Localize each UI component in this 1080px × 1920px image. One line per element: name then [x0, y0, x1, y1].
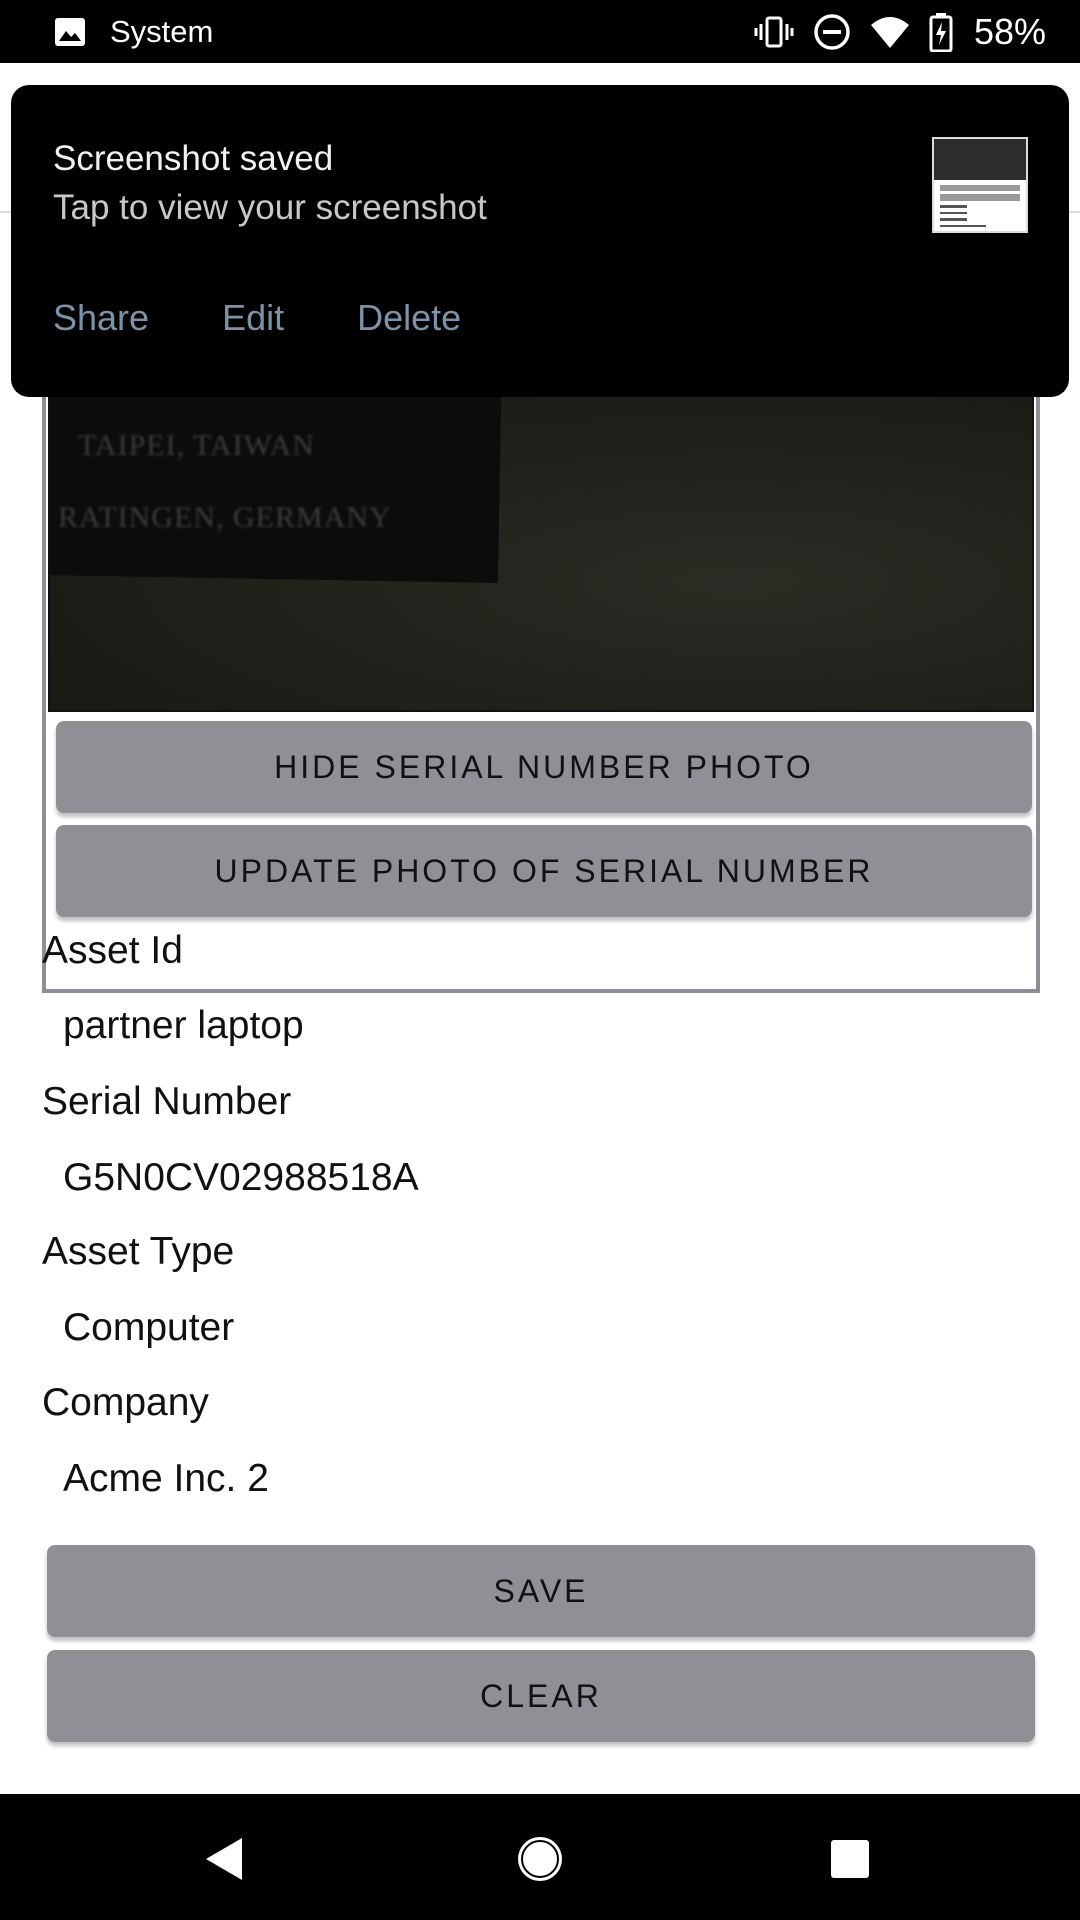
screenshot-thumbnail[interactable] [932, 137, 1028, 233]
vibrate-icon [754, 12, 794, 52]
navigation-bar [0, 1794, 1080, 1920]
status-left: System [0, 14, 213, 50]
photo-text-line-2: RATINGEN, GERMANY [58, 501, 392, 534]
photo-label-sticker [50, 389, 502, 583]
company-label: Company [42, 1381, 209, 1424]
serial-photo-panel: TAIPEI, TAIWAN RATINGEN, GERMANY HIDE SE… [42, 383, 1040, 993]
share-action[interactable]: Share [53, 297, 149, 339]
edit-action[interactable]: Edit [222, 297, 284, 339]
battery-charging-icon [928, 12, 954, 52]
recents-icon[interactable] [820, 1829, 880, 1889]
thumbnail-photo-area [934, 139, 1026, 181]
thumbnail-button [939, 185, 1021, 192]
hide-serial-photo-button[interactable]: HIDE SERIAL NUMBER PHOTO [56, 721, 1032, 813]
asset-id-value[interactable]: partner laptop [63, 1004, 304, 1048]
notification-title: Screenshot saved [53, 139, 334, 178]
notification-actions: Share Edit Delete [53, 297, 461, 339]
serial-number-value[interactable]: G5N0CV02988518A [63, 1156, 419, 1200]
status-bar: System 58% [0, 0, 1080, 63]
delete-action[interactable]: Delete [357, 297, 461, 339]
do-not-disturb-icon [812, 12, 852, 52]
image-icon [54, 17, 86, 47]
save-button[interactable]: SAVE [47, 1545, 1035, 1637]
clear-button[interactable]: CLEAR [47, 1650, 1035, 1742]
back-icon[interactable] [195, 1829, 255, 1889]
serial-number-label: Serial Number [42, 1080, 292, 1123]
serial-number-photo: TAIPEI, TAIWAN RATINGEN, GERMANY [48, 387, 1034, 712]
notification-subtitle: Tap to view your screenshot [53, 188, 487, 227]
thumbnail-line [939, 224, 986, 228]
photo-text-line-1: TAIPEI, TAIWAN [78, 429, 315, 462]
asset-id-label: Asset Id [42, 929, 183, 972]
thumbnail-line [939, 211, 968, 215]
home-icon[interactable] [510, 1829, 570, 1889]
status-icons: 58% [754, 0, 1046, 63]
thumbnail-button [939, 194, 1021, 201]
company-value[interactable]: Acme Inc. 2 [63, 1457, 269, 1501]
status-app-label: System [110, 13, 214, 49]
asset-type-value[interactable]: Computer [63, 1306, 234, 1350]
update-serial-photo-button[interactable]: UPDATE PHOTO OF SERIAL NUMBER [56, 825, 1032, 917]
battery-percentage: 58% [973, 10, 1046, 52]
wifi-icon [870, 12, 910, 52]
thumbnail-line [939, 205, 968, 208]
thumbnail-line [939, 218, 968, 221]
asset-type-label: Asset Type [42, 1230, 235, 1273]
screenshot-notification[interactable]: Screenshot saved Tap to view your screen… [11, 85, 1069, 397]
